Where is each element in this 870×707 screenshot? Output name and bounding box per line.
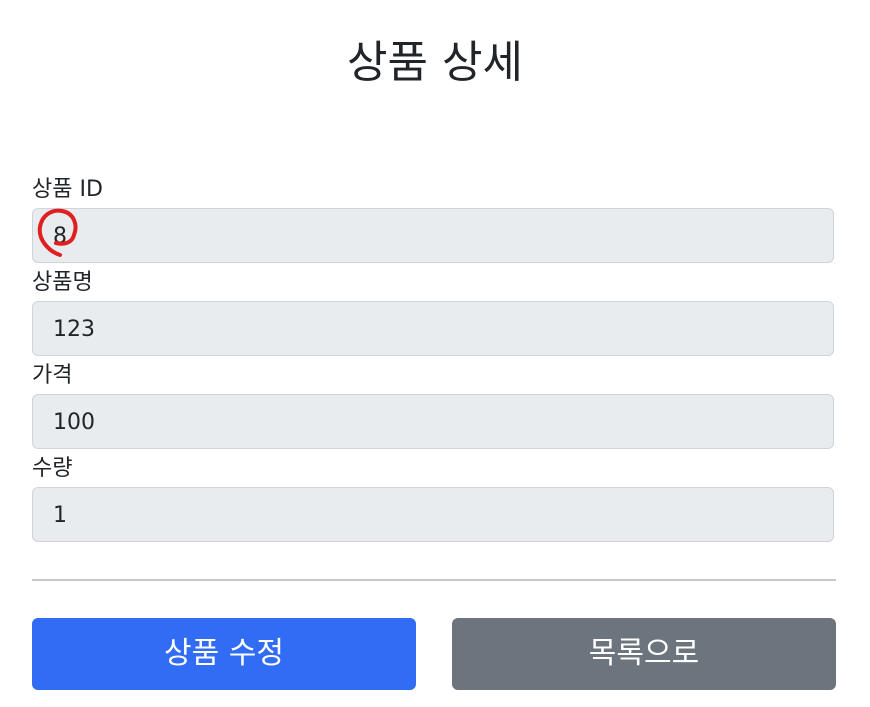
divider	[32, 579, 836, 581]
product-name-field[interactable]: 123	[32, 301, 834, 356]
product-detail-page: 상품 상세 상품 ID 8 상품명 123 가격 100 수량 1 상품 수정 …	[0, 0, 870, 707]
product-id-label: 상품 ID	[32, 177, 103, 202]
back-to-list-button[interactable]: 목록으로	[452, 618, 836, 690]
quantity-field[interactable]: 1	[32, 487, 834, 542]
product-name-label: 상품명	[32, 270, 93, 295]
price-field[interactable]: 100	[32, 394, 834, 449]
price-label: 가격	[32, 363, 73, 388]
quantity-label: 수량	[32, 456, 73, 481]
page-title: 상품 상세	[347, 37, 523, 88]
product-id-field[interactable]: 8	[32, 208, 834, 263]
edit-product-button[interactable]: 상품 수정	[32, 618, 416, 690]
